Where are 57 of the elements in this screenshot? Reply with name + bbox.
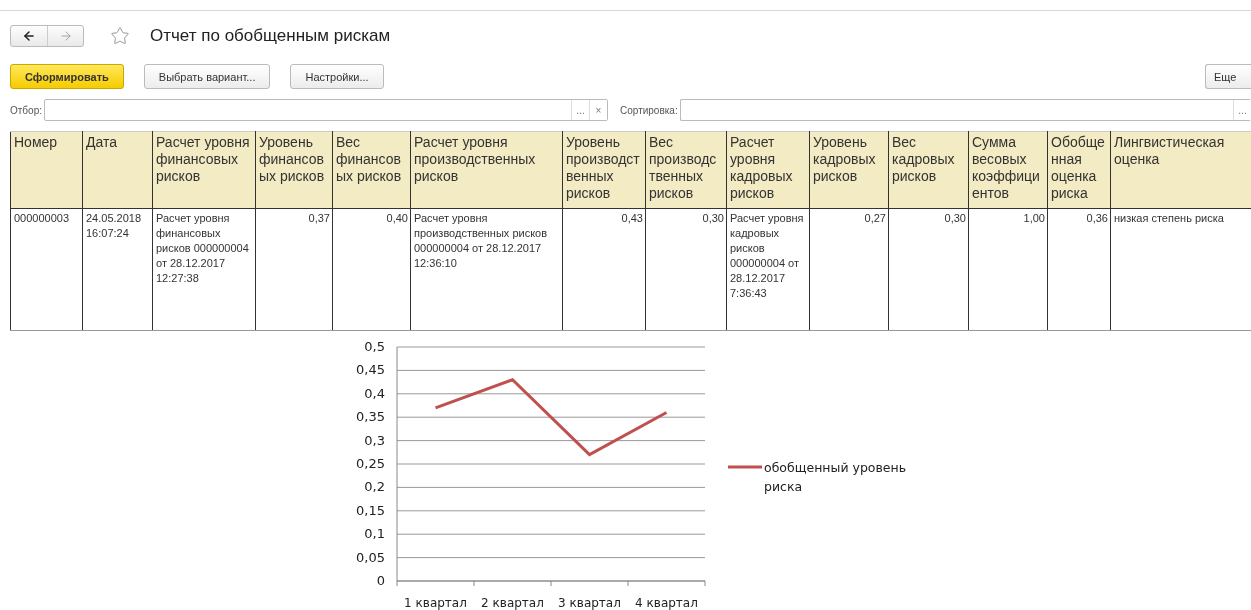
more-button[interactable]: Еще (1205, 64, 1251, 89)
x-tick-label: 2 квартал (481, 596, 544, 610)
y-tick-label: 0,4 (364, 385, 385, 401)
column-header[interactable]: Номер (10, 131, 83, 209)
column-header[interactable]: Уровень кадровых рисков (809, 131, 889, 209)
clear-button[interactable]: × (589, 100, 607, 120)
column-header[interactable]: Расчет уровня кадровых рисков (726, 131, 810, 209)
table-cell: 0,30 (645, 208, 727, 331)
sort-field[interactable]: ... (679, 99, 1251, 121)
table-cell: Расчет уровня кадровых рисков 000000004 от 28.12.2017 7:36:43 (726, 208, 810, 331)
table-cell: 1,00 (968, 208, 1048, 331)
sort-label: Сортировка: (620, 104, 678, 116)
table-cell: Расчет уровня производственных рисков 000000004 от 28.12.2017 12:36:10 (410, 208, 563, 331)
table-cell: 0,36 (1047, 208, 1111, 331)
star-icon[interactable] (110, 26, 130, 46)
column-header[interactable]: Обобщенная оценка риска (1047, 131, 1111, 209)
x-tick-label: 4 квартал (635, 596, 698, 610)
filter-field[interactable]: ... × (44, 99, 608, 121)
y-tick-label: 0,1 (364, 526, 385, 542)
table-cell: 0,40 (332, 208, 411, 331)
x-tick-label: 3 квартал (558, 596, 621, 610)
y-tick-label: 0 (376, 573, 385, 588)
legend-label: обобщенный уровень риска (764, 460, 907, 494)
generate-button[interactable]: Сформировать (10, 64, 124, 89)
y-tick-label: 0,05 (356, 549, 385, 565)
toolbar-button[interactable]: Выбрать вариант... (143, 64, 271, 89)
y-tick-label: 0,15 (356, 502, 385, 518)
column-header[interactable]: Вес производственных рисков (645, 131, 727, 209)
table-cell: 0,37 (255, 208, 333, 331)
x-tick-label: 1 квартал (404, 596, 467, 610)
table-cell: 0,30 (888, 208, 969, 331)
column-header[interactable]: Лингвистическая оценка (1110, 131, 1251, 209)
y-tick-label: 0,45 (356, 362, 385, 378)
column-header[interactable]: Вес финансовых рисков (332, 131, 411, 209)
report-title: Отчет по обобщенным рискам (150, 26, 391, 46)
column-header[interactable]: Сумма весовых коэффициентов (968, 131, 1048, 209)
legend-swatch (728, 465, 762, 469)
filter-label: Отбор: (10, 104, 42, 116)
column-header[interactable]: Дата (82, 131, 153, 209)
y-tick-label: 0,2 (364, 479, 385, 495)
column-header[interactable]: Уровень производственных рисков (562, 131, 646, 209)
arrow-right-icon (58, 29, 73, 43)
toolbar-button[interactable]: Настройки... (290, 64, 384, 89)
table-cell: 0,43 (562, 208, 646, 331)
table-cell: 000000003 (10, 208, 83, 331)
column-header[interactable]: Вес кадровых рисков (888, 131, 969, 209)
y-tick-label: 0,25 (356, 456, 385, 471)
y-tick-label: 0,35 (356, 409, 385, 425)
table-cell: 24.05.2018 16:07:24 (82, 208, 153, 331)
table-cell: 0,27 (809, 208, 889, 331)
column-header[interactable]: Расчет уровня финансовых рисков (152, 131, 256, 209)
column-header[interactable]: Расчет уровня производственных рисков (410, 131, 563, 209)
y-tick-label: 0,5 (364, 339, 385, 354)
table-cell: Расчет уровня финансовых рисков 000000004 от 28.12.2017 12:27:38 (152, 208, 256, 331)
column-header[interactable]: Уровень финансовых рисков (255, 131, 333, 209)
y-tick-label: 0,3 (364, 432, 385, 448)
select-button[interactable]: ... (1233, 100, 1251, 120)
